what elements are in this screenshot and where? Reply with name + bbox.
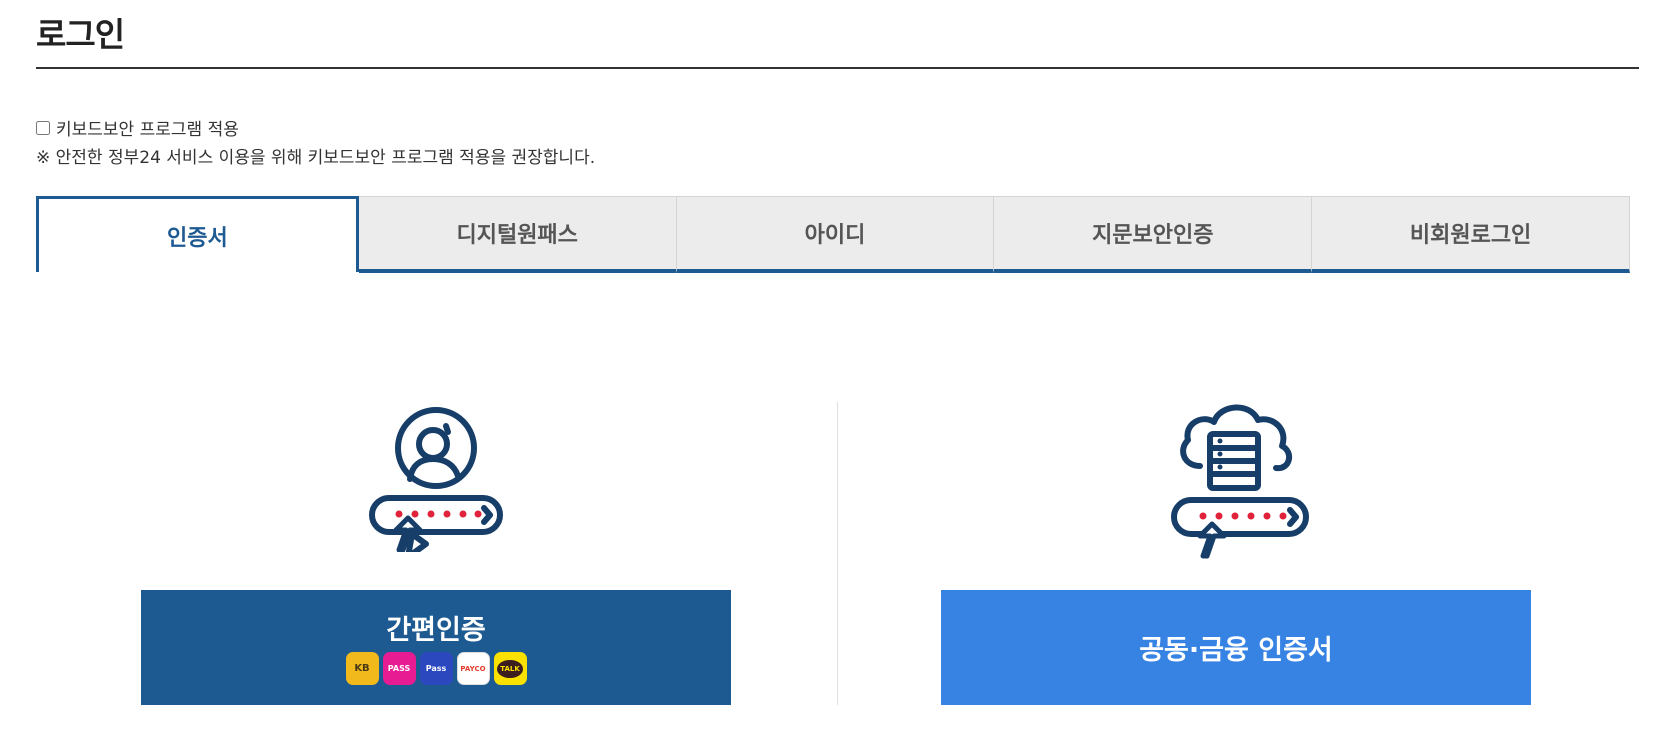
tab-guest-login[interactable]: 비회원로그인 [1312,196,1630,273]
simple-auth-label: 간편인증 [386,615,486,646]
panel-divider [837,402,838,705]
joint-certificate-button[interactable]: 공동·금융 인증서 [941,590,1531,705]
keyboard-security-checkbox[interactable] [36,120,50,135]
pass-icon: PASS [382,652,416,685]
keyboard-security-label: 키보드보안 프로그램 적용 [56,120,239,140]
cloud-server-icon [1171,404,1309,559]
user-password-icon [369,407,503,552]
samsung-pass-icon: Pass [419,652,453,685]
kakao-talk-icon: TALK [493,652,527,685]
login-page: 로그인 키보드보안 프로그램 적용 ※ 안전한 정부24 서비스 이용을 위해 … [0,0,1661,742]
page-title: 로그인 [36,15,125,54]
tab-id[interactable]: 아이디 [676,196,995,273]
keyboard-security-option[interactable]: 키보드보안 프로그램 적용 [36,115,239,140]
tab-digital-onepass[interactable]: 디지털원패스 [358,196,677,273]
tab-fingerprint[interactable]: 지문보안인증 [994,196,1313,273]
keyboard-security-note: ※ 안전한 정부24 서비스 이용을 위해 키보드보안 프로그램 적용을 권장합… [36,148,596,168]
login-tabs: 인증서 디지털원패스 아이디 지문보안인증 비회원로그인 [36,196,1630,273]
provider-icons: KB PASS Pass PAYCO TALK [141,652,731,685]
simple-auth-button[interactable]: 간편인증 KB PASS Pass PAYCO TALK [141,590,731,705]
title-divider [36,67,1639,69]
tab-certificate[interactable]: 인증서 [36,196,359,272]
payco-icon: PAYCO [456,652,490,685]
kakao-talk-label: TALK [497,659,523,678]
kb-icon: KB [345,652,379,685]
